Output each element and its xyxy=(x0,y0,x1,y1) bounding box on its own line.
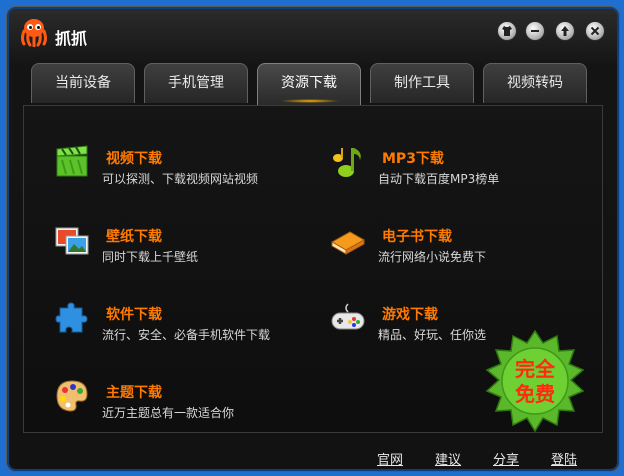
login-link[interactable]: 登陆 xyxy=(551,449,577,468)
tab-bar: 当前设备 手机管理 资源下载 制作工具 视频转码 xyxy=(7,63,619,105)
tab-resource-download[interactable]: 资源下载 xyxy=(257,63,361,105)
item-title: 游戏下载 xyxy=(382,307,438,323)
app-window: 抓抓 当前设备 手机管理 资源下载 制作工具 视频转码 视频下载 可以探测、下载… xyxy=(6,6,620,472)
item-description: 精品、好玩、任你选 xyxy=(378,328,487,342)
ebook-download-item[interactable]: 电子书下载 流行网络小说免费下 xyxy=(330,220,590,276)
tab-label: 当前设备 xyxy=(55,75,111,91)
tab-video-transcode[interactable]: 视频转码 xyxy=(483,63,587,103)
title-bar[interactable]: 抓抓 xyxy=(7,7,619,57)
badge-line2: 免费 xyxy=(515,382,555,406)
official-site-link[interactable]: 官网 xyxy=(377,449,403,468)
minimize-button[interactable] xyxy=(525,21,545,41)
arrow-up-icon xyxy=(561,26,569,36)
theme-download-item[interactable]: 主题下载 近万主题总有一款适合你 xyxy=(54,376,314,432)
footer-bar: 官网 建议 分享 登陆 xyxy=(7,443,619,471)
item-title: 视频下载 xyxy=(106,151,162,167)
music-note-icon xyxy=(333,148,361,177)
item-title: 主题下载 xyxy=(106,385,162,401)
video-clapper-icon xyxy=(56,145,88,177)
tab-label: 手机管理 xyxy=(168,75,224,91)
item-description: 同时下载上千壁纸 xyxy=(102,250,199,264)
feedback-link[interactable]: 建议 xyxy=(435,449,461,468)
share-link[interactable]: 分享 xyxy=(493,449,519,468)
video-download-item[interactable]: 视频下载 可以探测、下载视频网站视频 xyxy=(54,142,314,198)
upgrade-button[interactable] xyxy=(555,21,575,41)
item-description: 流行、安全、必备手机软件下载 xyxy=(102,328,271,342)
item-description: 自动下载百度MP3榜单 xyxy=(378,172,500,186)
free-badge: 完全 免费 xyxy=(485,329,585,433)
close-icon xyxy=(590,26,600,36)
item-title: 电子书下载 xyxy=(382,229,452,245)
item-title: MP3下载 xyxy=(382,151,444,167)
octopus-logo-icon xyxy=(21,19,47,47)
shirt-icon xyxy=(502,26,512,36)
active-tab-glow xyxy=(280,99,340,103)
software-download-item[interactable]: 软件下载 流行、安全、必备手机软件下载 xyxy=(54,298,314,354)
tab-phone-management[interactable]: 手机管理 xyxy=(144,63,248,103)
badge-line1: 完全 xyxy=(515,357,556,381)
tab-creation-tools[interactable]: 制作工具 xyxy=(370,63,474,103)
tab-label: 制作工具 xyxy=(394,75,450,91)
item-description: 可以探测、下载视频网站视频 xyxy=(102,172,259,186)
puzzle-icon xyxy=(55,302,88,333)
tab-current-device[interactable]: 当前设备 xyxy=(31,63,135,103)
wallpaper-icon xyxy=(55,227,89,255)
item-title: 壁纸下载 xyxy=(106,229,162,245)
mp3-download-item[interactable]: MP3下载 自动下载百度MP3榜单 xyxy=(330,142,590,198)
item-description: 近万主题总有一款适合你 xyxy=(102,406,235,420)
tab-label: 视频转码 xyxy=(507,75,563,91)
wallpaper-download-item[interactable]: 壁纸下载 同时下载上千壁纸 xyxy=(54,220,314,276)
skin-button[interactable] xyxy=(497,21,517,41)
gamepad-icon xyxy=(331,303,365,330)
app-title: 抓抓 xyxy=(55,29,88,48)
book-icon xyxy=(330,231,366,255)
item-description: 流行网络小说免费下 xyxy=(378,250,487,264)
minimize-icon xyxy=(531,30,539,32)
palette-icon xyxy=(56,380,88,412)
tab-label: 资源下载 xyxy=(281,75,337,91)
close-button[interactable] xyxy=(585,21,605,41)
item-title: 软件下载 xyxy=(106,307,162,323)
